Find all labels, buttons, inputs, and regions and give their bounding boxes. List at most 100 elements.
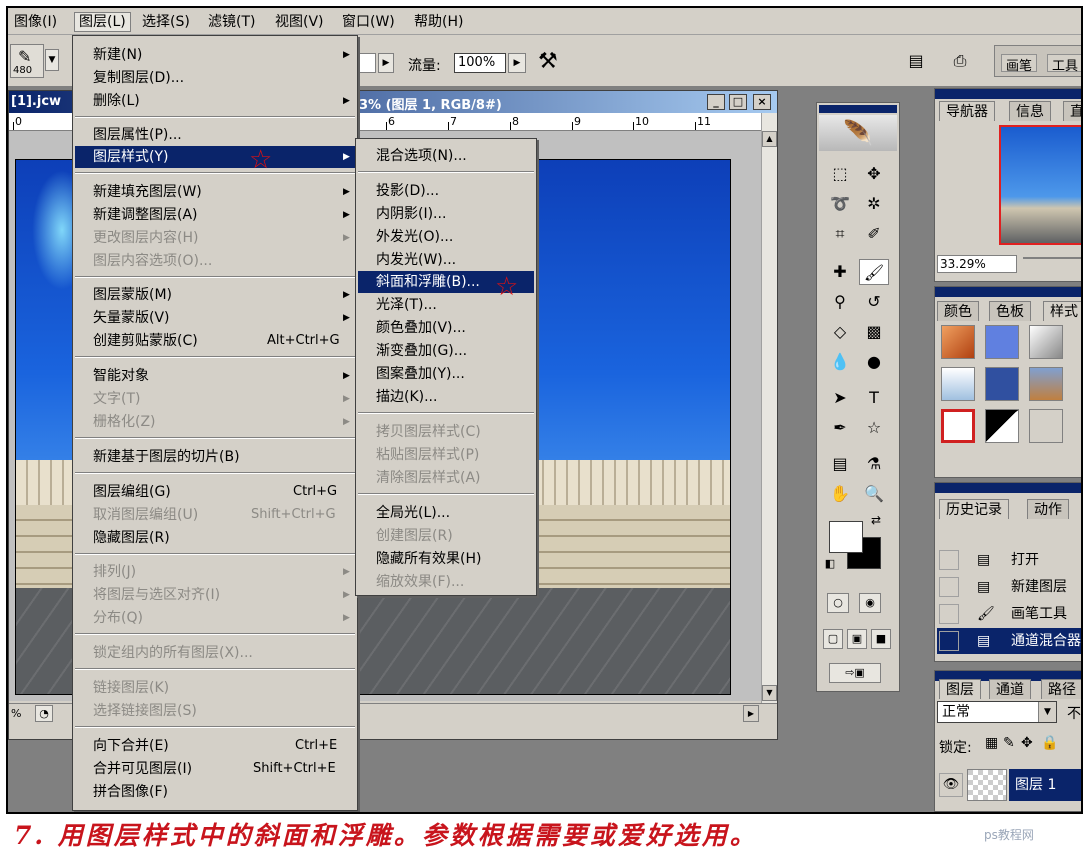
pen-tool-icon[interactable]: ✒	[825, 415, 855, 441]
menu-layer[interactable]: 图层(L)	[74, 12, 131, 32]
type-tool-icon[interactable]: T	[859, 385, 889, 411]
palette-well-tab-tools[interactable]: 工具	[1047, 54, 1081, 74]
tab-paths[interactable]: 路径	[1041, 679, 1081, 699]
menu-item-link-layers[interactable]: 链接图层(K)	[75, 677, 355, 699]
menu-window[interactable]: 窗口(W)	[338, 12, 399, 32]
history-snapshot-checkbox[interactable]	[939, 631, 959, 651]
flow-slider-button[interactable]: ▶	[508, 53, 526, 73]
scroll-up-button[interactable]: ▲	[762, 131, 777, 147]
navigator-thumbnail[interactable]	[999, 125, 1081, 245]
menu-filter[interactable]: 滤镜(T)	[204, 12, 259, 32]
healing-brush-tool-icon[interactable]: ✚	[825, 259, 855, 285]
tab-histogram[interactable]: 直	[1063, 101, 1081, 121]
default-colors-icon[interactable]: ◧	[821, 555, 839, 573]
menu-item-new-layer-based-slice[interactable]: 新建基于图层的切片(B)	[75, 446, 355, 468]
foreground-color-swatch[interactable]	[829, 521, 863, 553]
blend-mode-select[interactable]: 正常 ▼	[937, 701, 1057, 723]
menu-item-distribute[interactable]: 分布(Q) ▶	[75, 607, 355, 629]
menu-item-group-layers[interactable]: 图层编组(G) Ctrl+G	[75, 481, 355, 503]
notes-tool-icon[interactable]: ▤	[825, 451, 855, 477]
screen-mode-full-menu-icon[interactable]: ▣	[847, 629, 867, 649]
history-brush-tool-icon[interactable]: ↺	[859, 289, 889, 315]
submenu-item-hide-all-effects[interactable]: 隐藏所有效果(H)	[358, 548, 534, 570]
menu-item-create-clipping-mask[interactable]: 创建剪贴蒙版(C) Alt+Ctrl+G	[75, 330, 355, 352]
history-snapshot-checkbox[interactable]	[939, 550, 959, 570]
eye-icon[interactable]: 👁	[939, 773, 963, 797]
magic-wand-tool-icon[interactable]: ✲	[859, 191, 889, 217]
menu-select[interactable]: 选择(S)	[138, 12, 194, 32]
slice-tool-icon[interactable]: ✐	[859, 221, 889, 247]
menu-item-new-adjustment-layer[interactable]: 新建调整图层(A) ▶	[75, 204, 355, 226]
style-swatch[interactable]	[941, 325, 975, 359]
submenu-item-blending-options[interactable]: 混合选项(N)...	[358, 145, 534, 167]
feather-logo-icon[interactable]: 🪶	[819, 115, 897, 151]
style-swatch[interactable]	[941, 409, 975, 443]
history-row[interactable]: ▤ 通道混合器	[937, 628, 1081, 654]
menu-item-hide-layers[interactable]: 隐藏图层(R)	[75, 527, 355, 549]
style-swatch[interactable]	[985, 325, 1019, 359]
tab-history[interactable]: 历史记录	[939, 499, 1009, 519]
submenu-item-inner-glow[interactable]: 内发光(W)...	[358, 249, 534, 271]
status-zoom[interactable]: %	[11, 707, 21, 720]
screen-mode-standard-icon[interactable]: ▢	[823, 629, 843, 649]
menu-item-flatten-image[interactable]: 拼合图像(F)	[75, 781, 355, 803]
eraser-tool-icon[interactable]: ◇	[825, 319, 855, 345]
marquee-tool-icon[interactable]: ⬚	[825, 161, 855, 187]
menu-item-align-to-selection[interactable]: 将图层与选区对齐(I) ▶	[75, 584, 355, 606]
menu-item-merge-visible[interactable]: 合并可见图层(I) Shift+Ctrl+E	[75, 758, 355, 780]
history-snapshot-checkbox[interactable]	[939, 604, 959, 624]
menu-item-duplicate-layer[interactable]: 复制图层(D)...	[75, 67, 355, 89]
submenu-item-scale-effects[interactable]: 缩放效果(F)...	[358, 571, 534, 593]
history-row[interactable]: ▤ 打开	[937, 547, 1081, 573]
submenu-item-stroke[interactable]: 描边(K)...	[358, 386, 534, 408]
menu-item-change-layer-content[interactable]: 更改图层内容(H) ▶	[75, 227, 355, 249]
submenu-item-global-light[interactable]: 全局光(L)...	[358, 502, 534, 524]
opacity-slider-button[interactable]: ▶	[378, 53, 394, 73]
style-swatch[interactable]	[1029, 325, 1063, 359]
menu-view[interactable]: 视图(V)	[271, 12, 328, 32]
status-menu-icon[interactable]: ◔	[35, 705, 53, 722]
minimize-button[interactable]: _	[707, 94, 725, 110]
submenu-item-create-layer[interactable]: 创建图层(R)	[358, 525, 534, 547]
menu-item-new[interactable]: 新建(N) ▶	[75, 44, 355, 66]
blur-tool-icon[interactable]: 💧	[825, 349, 855, 375]
quick-mask-mode-icon[interactable]: ◉	[859, 593, 881, 613]
menu-item-layer-properties[interactable]: 图层属性(P)...	[75, 124, 355, 146]
vertical-scrollbar[interactable]: ▲ ▼	[761, 113, 777, 703]
menu-item-layer-mask[interactable]: 图层蒙版(M) ▶	[75, 284, 355, 306]
swap-colors-icon[interactable]: ⇄	[867, 511, 885, 529]
eyedropper-tool-icon[interactable]: ⚗	[859, 451, 889, 477]
menu-item-type[interactable]: 文字(T) ▶	[75, 388, 355, 410]
menu-item-select-linked-layers[interactable]: 选择链接图层(S)	[75, 700, 355, 722]
palette-well-tab-brushes[interactable]: 画笔	[1001, 54, 1038, 74]
menu-item-layer-content-options[interactable]: 图层内容选项(O)...	[75, 250, 355, 272]
menu-item-lock-all-layers[interactable]: 锁定组内的所有图层(X)...	[75, 642, 355, 664]
tab-color[interactable]: 颜色	[937, 301, 979, 321]
lock-image-icon[interactable]: ✎	[1003, 735, 1015, 751]
style-swatch[interactable]	[1029, 409, 1063, 443]
move-tool-icon[interactable]: ✥	[859, 161, 889, 187]
history-snapshot-checkbox[interactable]	[939, 577, 959, 597]
submenu-item-drop-shadow[interactable]: 投影(D)...	[358, 180, 534, 202]
layer-row[interactable]: 👁 图层 1	[937, 767, 1081, 803]
custom-shape-tool-icon[interactable]: ☆	[859, 415, 889, 441]
crop-tool-icon[interactable]: ⌗	[825, 221, 855, 247]
menu-item-rasterize[interactable]: 栅格化(Z) ▶	[75, 411, 355, 433]
palette-toggle-icon[interactable]: ▤	[904, 49, 928, 73]
menu-item-arrange[interactable]: 排列(J) ▶	[75, 561, 355, 583]
navigator-zoom-input[interactable]: 33.29%	[937, 255, 1017, 273]
tab-actions[interactable]: 动作	[1027, 499, 1069, 519]
navigator-zoom-slider[interactable]	[1023, 257, 1081, 259]
menu-item-new-fill-layer[interactable]: 新建填充图层(W) ▶	[75, 181, 355, 203]
submenu-item-pattern-overlay[interactable]: 图案叠加(Y)...	[358, 363, 534, 385]
tool-preset-picker[interactable]: ✎ 480	[10, 44, 44, 78]
menu-item-vector-mask[interactable]: 矢量蒙版(V) ▶	[75, 307, 355, 329]
style-swatch[interactable]	[941, 367, 975, 401]
menu-image[interactable]: 图像(I)	[10, 12, 61, 32]
jump-to-imageready-icon[interactable]: ⇨▣	[829, 663, 881, 683]
screen-mode-full-icon[interactable]: ■	[871, 629, 891, 649]
close-button[interactable]: ×	[753, 94, 771, 110]
tab-channels[interactable]: 通道	[989, 679, 1031, 699]
chevron-down-icon[interactable]: ▼	[45, 49, 59, 71]
menu-item-ungroup-layers[interactable]: 取消图层编组(U) Shift+Ctrl+G	[75, 504, 355, 526]
